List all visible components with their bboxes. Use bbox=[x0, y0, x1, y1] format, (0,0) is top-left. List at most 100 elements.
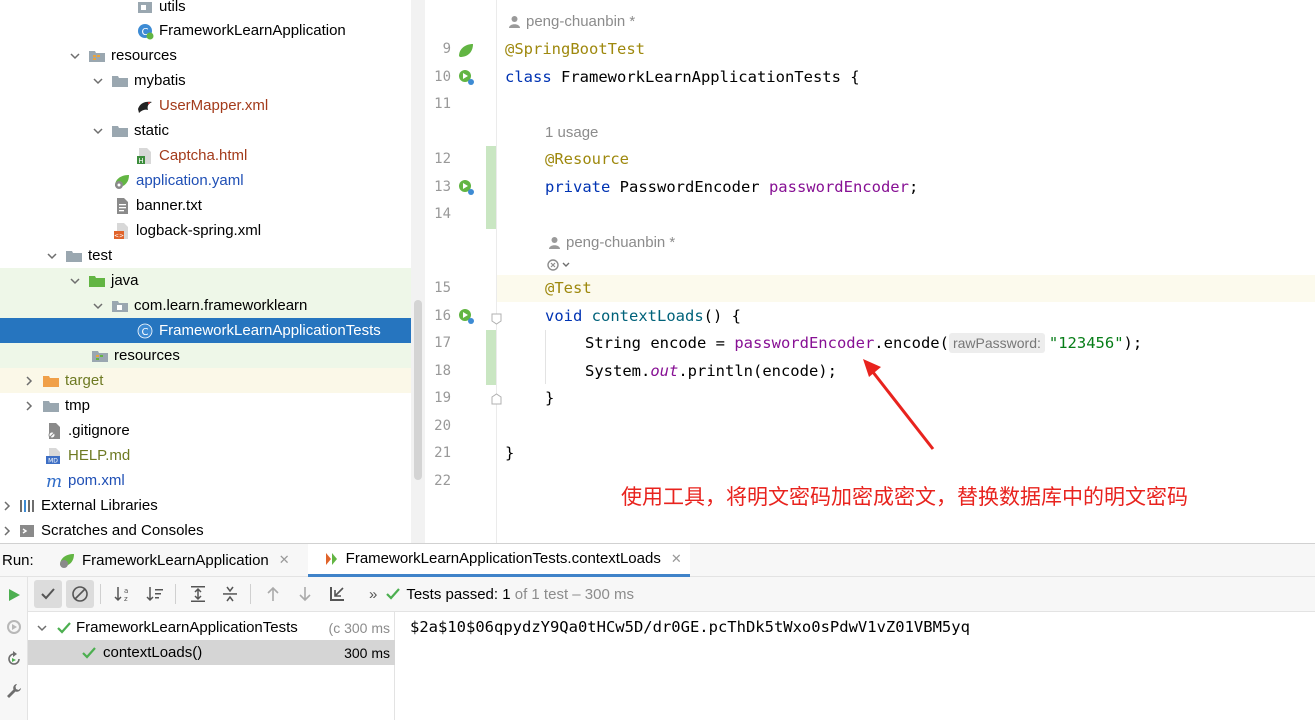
code-token: } bbox=[545, 389, 555, 407]
chevron-right-icon[interactable] bbox=[0, 499, 14, 513]
tree-item-label: UserMapper.xml bbox=[159, 97, 269, 114]
tree-scrollbar[interactable] bbox=[411, 0, 425, 543]
chevron-right-icon[interactable] bbox=[22, 374, 36, 388]
html-file-icon: H bbox=[136, 147, 154, 165]
tree-item-label: tmp bbox=[65, 397, 91, 414]
close-icon[interactable]: ✕ bbox=[671, 551, 682, 567]
tree-item-captcha[interactable]: H Captcha.html bbox=[0, 143, 411, 168]
tree-item-package[interactable]: com.learn.frameworklearn bbox=[0, 293, 411, 318]
sort-alphabetically-icon[interactable]: az bbox=[109, 580, 137, 608]
code-vision-hint[interactable] bbox=[545, 257, 576, 273]
line-number: 12 bbox=[434, 151, 451, 167]
code-token: @SpringBootTest bbox=[505, 40, 645, 58]
tree-item-application-yaml[interactable]: application.yaml bbox=[0, 168, 411, 193]
tree-item-label: com.learn.frameworklearn bbox=[134, 297, 308, 314]
code-token: contextLoads bbox=[591, 307, 704, 325]
run-tab-tests[interactable]: FrameworkLearnApplicationTests.contextLo… bbox=[307, 543, 690, 577]
toggle-auto-test-button[interactable] bbox=[3, 648, 25, 670]
tree-item-label: banner.txt bbox=[136, 197, 202, 214]
code-area[interactable]: peng-chuanbin * @SpringBootTest class Fr… bbox=[505, 0, 1315, 543]
code-line-10: class FrameworkLearnApplicationTests { bbox=[505, 64, 860, 91]
chevron-down-icon[interactable] bbox=[68, 274, 82, 288]
test-class-row[interactable]: FrameworkLearnApplicationTests (c 300 ms bbox=[28, 615, 395, 640]
show-passed-button[interactable] bbox=[34, 580, 62, 608]
tree-item-label: resources bbox=[114, 347, 180, 364]
wrench-icon[interactable] bbox=[3, 680, 25, 702]
tree-item-label: target bbox=[65, 372, 104, 389]
vcs-change-marker[interactable] bbox=[486, 330, 496, 385]
tree-item-tmp[interactable]: tmp bbox=[0, 393, 411, 418]
svg-text:H: H bbox=[138, 157, 143, 165]
chevron-down-icon[interactable] bbox=[91, 74, 105, 88]
line-number: 17 bbox=[434, 335, 451, 351]
test-method-row[interactable]: contextLoads() 300 ms bbox=[28, 640, 395, 665]
test-class-label: FrameworkLearnApplicationTests bbox=[76, 619, 298, 636]
sort-by-duration-icon[interactable] bbox=[141, 580, 169, 608]
chevron-down-icon[interactable] bbox=[36, 622, 48, 634]
rerun-failed-button[interactable] bbox=[3, 616, 25, 638]
tree-item-static[interactable]: static bbox=[0, 118, 411, 143]
tree-item-banner[interactable]: banner.txt bbox=[0, 193, 411, 218]
navigate-bean-icon[interactable] bbox=[457, 178, 475, 196]
tree-item-gitignore[interactable]: .gitignore bbox=[0, 418, 411, 443]
svg-text:m: m bbox=[46, 472, 62, 490]
code-editor[interactable]: 9 10 11 12 13 14 15 16 17 18 19 20 21 22… bbox=[425, 0, 1315, 543]
tree-item-utils[interactable]: utils bbox=[0, 0, 411, 19]
collapse-all-icon[interactable] bbox=[216, 580, 244, 608]
vcs-change-marker[interactable] bbox=[486, 146, 496, 229]
author-hint[interactable]: peng-chuanbin * bbox=[548, 234, 675, 251]
chevron-down-icon[interactable] bbox=[91, 299, 105, 313]
chevron-right-icon[interactable] bbox=[0, 524, 14, 538]
tree-item-frameworklearnapplicationtests[interactable]: C FrameworkLearnApplicationTests bbox=[0, 318, 411, 343]
code-token: out bbox=[650, 362, 679, 380]
package-icon bbox=[111, 297, 129, 315]
run-test-class-icon[interactable] bbox=[457, 68, 475, 86]
code-token: void bbox=[545, 307, 583, 325]
tree-item-java[interactable]: java bbox=[0, 268, 411, 293]
tree-item-label: Scratches and Consoles bbox=[41, 522, 204, 539]
tree-item-test-resources[interactable]: resources bbox=[0, 343, 411, 368]
expand-all-icon[interactable] bbox=[184, 580, 212, 608]
next-failed-icon[interactable] bbox=[291, 580, 319, 608]
fold-icon[interactable] bbox=[491, 313, 502, 325]
author-hint[interactable]: peng-chuanbin * bbox=[508, 13, 635, 30]
close-icon[interactable]: ✕ bbox=[279, 552, 290, 568]
spring-class-icon: C bbox=[136, 22, 154, 40]
chevron-right-icon[interactable] bbox=[22, 399, 36, 413]
chevron-down-icon[interactable] bbox=[68, 49, 82, 63]
tree-item-label: mybatis bbox=[134, 72, 186, 89]
run-test-method-icon[interactable] bbox=[457, 307, 475, 325]
tree-item-pom[interactable]: m pom.xml bbox=[0, 468, 411, 493]
tree-item-label: Captcha.html bbox=[159, 147, 248, 164]
tree-item-help-md[interactable]: MD HELP.md bbox=[0, 443, 411, 468]
rerun-button[interactable] bbox=[3, 584, 25, 606]
tree-item-test[interactable]: test bbox=[0, 243, 411, 268]
tree-item-external-libraries[interactable]: External Libraries bbox=[0, 493, 411, 518]
run-tab-application[interactable]: FrameworkLearnApplication ✕ bbox=[54, 544, 298, 577]
console-output[interactable]: $2a$10$06qpydzY9Qa0tHCw5D/dr0GE.pcThDk5t… bbox=[396, 612, 1315, 720]
tree-item-usermapper[interactable]: UserMapper.xml bbox=[0, 93, 411, 118]
toolbar-overflow-button[interactable]: » bbox=[369, 586, 377, 603]
import-tests-icon[interactable] bbox=[323, 580, 351, 608]
tree-item-target[interactable]: target bbox=[0, 368, 411, 393]
scrollbar-thumb[interactable] bbox=[414, 300, 422, 480]
fold-icon[interactable] bbox=[491, 393, 502, 405]
tree-item-frameworklearnapplication[interactable]: C FrameworkLearnApplication bbox=[0, 18, 411, 43]
chevron-down-icon[interactable] bbox=[91, 124, 105, 138]
code-vision-icon[interactable] bbox=[545, 257, 571, 273]
tree-item-scratches[interactable]: Scratches and Consoles bbox=[0, 518, 411, 543]
markdown-file-icon: MD bbox=[45, 447, 63, 465]
usage-hint[interactable]: 1 usage bbox=[545, 124, 598, 141]
previous-failed-icon[interactable] bbox=[259, 580, 287, 608]
tree-item-label: utils bbox=[159, 0, 186, 15]
show-ignored-button[interactable] bbox=[66, 580, 94, 608]
test-folder-icon bbox=[88, 272, 106, 290]
spring-bean-icon[interactable] bbox=[457, 41, 475, 59]
code-token: @Resource bbox=[545, 150, 629, 168]
chevron-down-icon[interactable] bbox=[45, 249, 59, 263]
tree-item-mybatis[interactable]: mybatis bbox=[0, 68, 411, 93]
tree-item-resources[interactable]: resources bbox=[0, 43, 411, 68]
console-line[interactable]: $2a$10$06qpydzY9Qa0tHCw5D/dr0GE.pcThDk5t… bbox=[410, 618, 970, 636]
tree-item-label: test bbox=[88, 247, 113, 264]
tree-item-logback[interactable]: <> logback-spring.xml bbox=[0, 218, 411, 243]
